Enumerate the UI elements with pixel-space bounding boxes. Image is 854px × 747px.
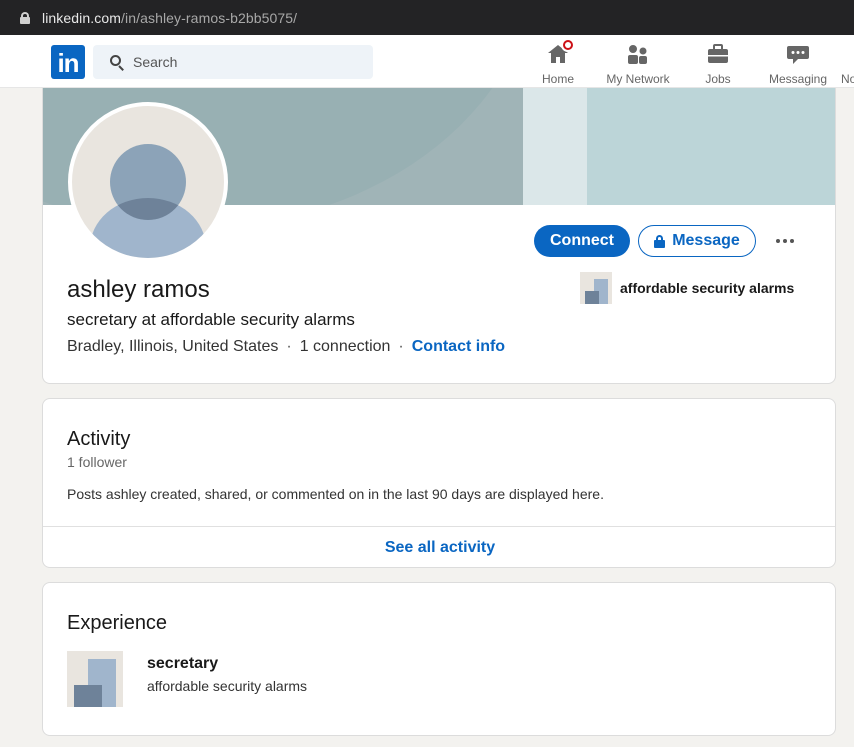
separator: · [398, 338, 404, 355]
nav-label-jobs: Jobs [705, 72, 731, 86]
nav-item-home[interactable]: Home [540, 38, 576, 86]
separator: · [286, 338, 292, 355]
nav-label-notifications: No [841, 72, 854, 83]
linkedin-logo[interactable]: in [51, 45, 85, 79]
more-dot-icon [783, 239, 787, 243]
nav-label-home: Home [541, 72, 574, 86]
profile-card: Connect Message affordable security alar… [42, 88, 836, 384]
connection-count: 1 connection [299, 338, 391, 355]
network-icon [626, 43, 650, 65]
nav-item-messaging[interactable]: Messaging [765, 43, 831, 86]
nav-item-jobs[interactable]: Jobs [700, 43, 736, 86]
more-actions-button[interactable] [769, 225, 801, 257]
experience-card: Experience secretary affordable security… [42, 582, 836, 736]
search-bar[interactable] [93, 45, 373, 79]
connect-button[interactable]: Connect [534, 225, 630, 257]
more-dot-icon [776, 239, 780, 243]
top-navigation: in Home My Network Jobs Messaging No [0, 35, 854, 88]
url-text[interactable]: linkedin.com/in/ashley-ramos-b2bb5075/ [42, 10, 297, 26]
current-company-logo[interactable] [580, 272, 612, 304]
nav-label-my-network: My Network [606, 72, 670, 86]
message-button-label: Message [672, 232, 740, 249]
url-host: linkedin.com [42, 9, 122, 26]
experience-company-logo[interactable] [67, 651, 123, 707]
nav-label-messaging: Messaging [768, 72, 828, 86]
profile-name: ashley ramos [67, 276, 210, 303]
profile-location: Bradley, Illinois, United States [67, 338, 279, 355]
follower-count: 1 follower [67, 454, 127, 470]
lock-icon [654, 234, 666, 248]
nav-item-notifications[interactable]: No [841, 43, 854, 83]
experience-role: secretary [147, 655, 219, 672]
current-company-name[interactable]: affordable security alarms [620, 280, 794, 296]
profile-avatar[interactable] [68, 102, 228, 262]
briefcase-icon [706, 43, 730, 65]
profile-headline: secretary at affordable security alarms [67, 310, 355, 329]
url-path: /in/ashley-ramos-b2bb5075/ [121, 9, 298, 26]
lock-icon [20, 11, 30, 24]
message-button[interactable]: Message [638, 225, 756, 257]
experience-title: Experience [67, 612, 168, 634]
experience-company[interactable]: affordable security alarms [147, 678, 307, 694]
home-icon [546, 38, 575, 65]
activity-title: Activity [67, 428, 131, 450]
contact-info-link[interactable]: Contact info [412, 338, 505, 356]
browser-address-bar[interactable]: linkedin.com/in/ashley-ramos-b2bb5075/ [0, 0, 854, 35]
search-input[interactable] [133, 54, 353, 70]
messaging-icon [786, 43, 810, 65]
nav-item-my-network[interactable]: My Network [603, 43, 673, 86]
activity-card: Activity 1 follower Posts ashley created… [42, 398, 836, 568]
profile-meta: Bradley, Illinois, United States · 1 con… [67, 338, 505, 356]
search-icon [110, 54, 125, 71]
see-all-activity-button[interactable]: See all activity [43, 526, 835, 567]
bell-icon [841, 43, 854, 65]
notification-badge [561, 38, 575, 52]
activity-description: Posts ashley created, shared, or comment… [67, 486, 604, 502]
more-dot-icon [790, 239, 794, 243]
